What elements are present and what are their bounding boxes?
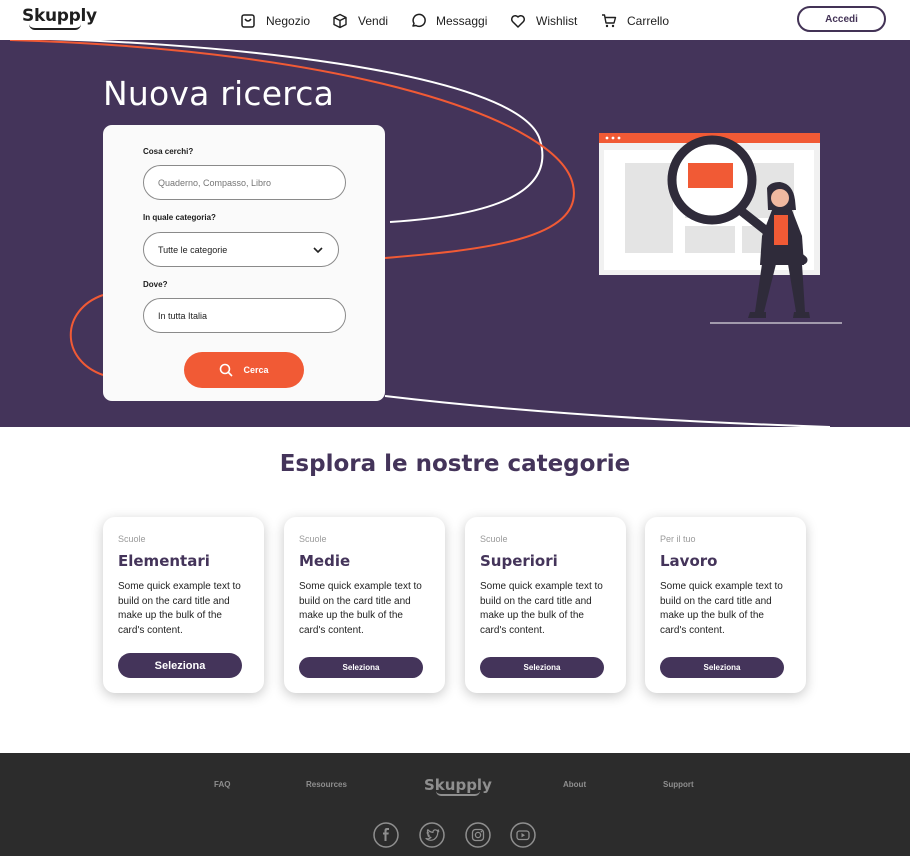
facebook-icon[interactable] xyxy=(373,822,399,848)
card-title: Lavoro xyxy=(660,552,718,570)
navbar: Skupply Negozio Vendi Messaggi Wishlist … xyxy=(0,0,910,40)
footer-link-resources[interactable]: Resources xyxy=(306,780,347,789)
card-subtitle: Per il tuo xyxy=(660,534,696,544)
category-value: Tutte le categorie xyxy=(158,244,228,255)
nav-label: Negozio xyxy=(266,14,311,28)
shop-bag-icon xyxy=(241,14,255,28)
category-card-elementari[interactable]: Scuole Elementari Some quick example tex… xyxy=(103,517,264,693)
card-text: Some quick example text to build on the … xyxy=(660,581,783,636)
nav-item-wishlist[interactable]: Wishlist xyxy=(510,11,577,31)
nav-label: Vendi xyxy=(358,14,389,28)
category-card-lavoro[interactable]: Per il tuo Lavoro Some quick example tex… xyxy=(645,517,806,693)
card-text: Some quick example text to build on the … xyxy=(299,581,422,636)
what-placeholder: Quaderno, Compasso, Libro xyxy=(158,177,272,188)
card-subtitle: Scuole xyxy=(299,534,327,544)
nav-label: Wishlist xyxy=(536,14,578,28)
search-button-label: Cerca xyxy=(243,365,269,375)
what-input[interactable]: Quaderno, Compasso, Libro xyxy=(143,165,346,200)
logo-smile xyxy=(29,24,81,30)
footer: FAQ Resources Skupply About Support xyxy=(0,753,910,856)
nav-item-negozio[interactable]: Negozio xyxy=(240,11,310,31)
category-card-superiori[interactable]: Scuole Superiori Some quick example text… xyxy=(465,517,626,693)
box-icon xyxy=(333,13,347,29)
card-subtitle: Scuole xyxy=(480,534,508,544)
chevron-down-icon xyxy=(313,247,323,254)
logo[interactable]: Skupply xyxy=(22,6,97,26)
search-illustration xyxy=(599,133,842,324)
nav-label: Carrello xyxy=(627,14,670,28)
categories-title: Esplora le nostre categorie xyxy=(279,451,631,477)
what-label: Cosa cerchi? xyxy=(143,147,194,156)
footer-link-faq[interactable]: FAQ xyxy=(214,780,230,789)
login-button[interactable]: Accedi xyxy=(797,6,886,32)
select-button[interactable]: Seleziona xyxy=(660,657,784,678)
youtube-icon[interactable] xyxy=(510,822,536,848)
select-button[interactable]: Seleziona xyxy=(118,653,242,678)
twitter-icon[interactable] xyxy=(419,822,445,848)
nav-item-vendi[interactable]: Vendi xyxy=(332,11,388,31)
search-button[interactable]: Cerca xyxy=(184,352,304,388)
select-button[interactable]: Seleziona xyxy=(480,657,604,678)
where-value: In tutta Italia xyxy=(158,310,208,321)
instagram-icon[interactable] xyxy=(465,822,491,848)
where-input[interactable]: In tutta Italia xyxy=(143,298,346,333)
card-text: Some quick example text to build on the … xyxy=(480,581,603,636)
card-text: Some quick example text to build on the … xyxy=(118,581,241,636)
where-label: Dove? xyxy=(143,280,168,289)
search-card: Cosa cerchi? Quaderno, Compasso, Libro I… xyxy=(103,125,385,401)
nav-item-carrello[interactable]: Carrello xyxy=(601,11,669,31)
footer-logo-smile xyxy=(436,791,480,796)
hero-title: Nuova ricerca xyxy=(103,74,335,113)
hero-section: Nuova ricerca Cosa cerchi? Quaderno, Com… xyxy=(0,40,910,427)
nav-item-messaggi[interactable]: Messaggi xyxy=(410,11,487,31)
message-bubble-icon xyxy=(412,13,426,28)
category-select[interactable]: Tutte le categorie xyxy=(143,232,339,267)
footer-link-about[interactable]: About xyxy=(563,780,586,789)
card-title: Medie xyxy=(299,552,351,570)
select-button[interactable]: Seleziona xyxy=(299,657,423,678)
search-icon xyxy=(220,363,234,377)
card-title: Superiori xyxy=(480,552,558,570)
footer-link-support[interactable]: Support xyxy=(663,780,694,789)
card-title: Elementari xyxy=(118,552,210,570)
heart-icon xyxy=(510,14,526,28)
category-card-medie[interactable]: Scuole Medie Some quick example text to … xyxy=(284,517,445,693)
card-subtitle: Scuole xyxy=(118,534,146,544)
cart-icon xyxy=(602,14,617,28)
category-label: In quale categoria? xyxy=(143,213,216,222)
nav-label: Messaggi xyxy=(436,14,488,28)
